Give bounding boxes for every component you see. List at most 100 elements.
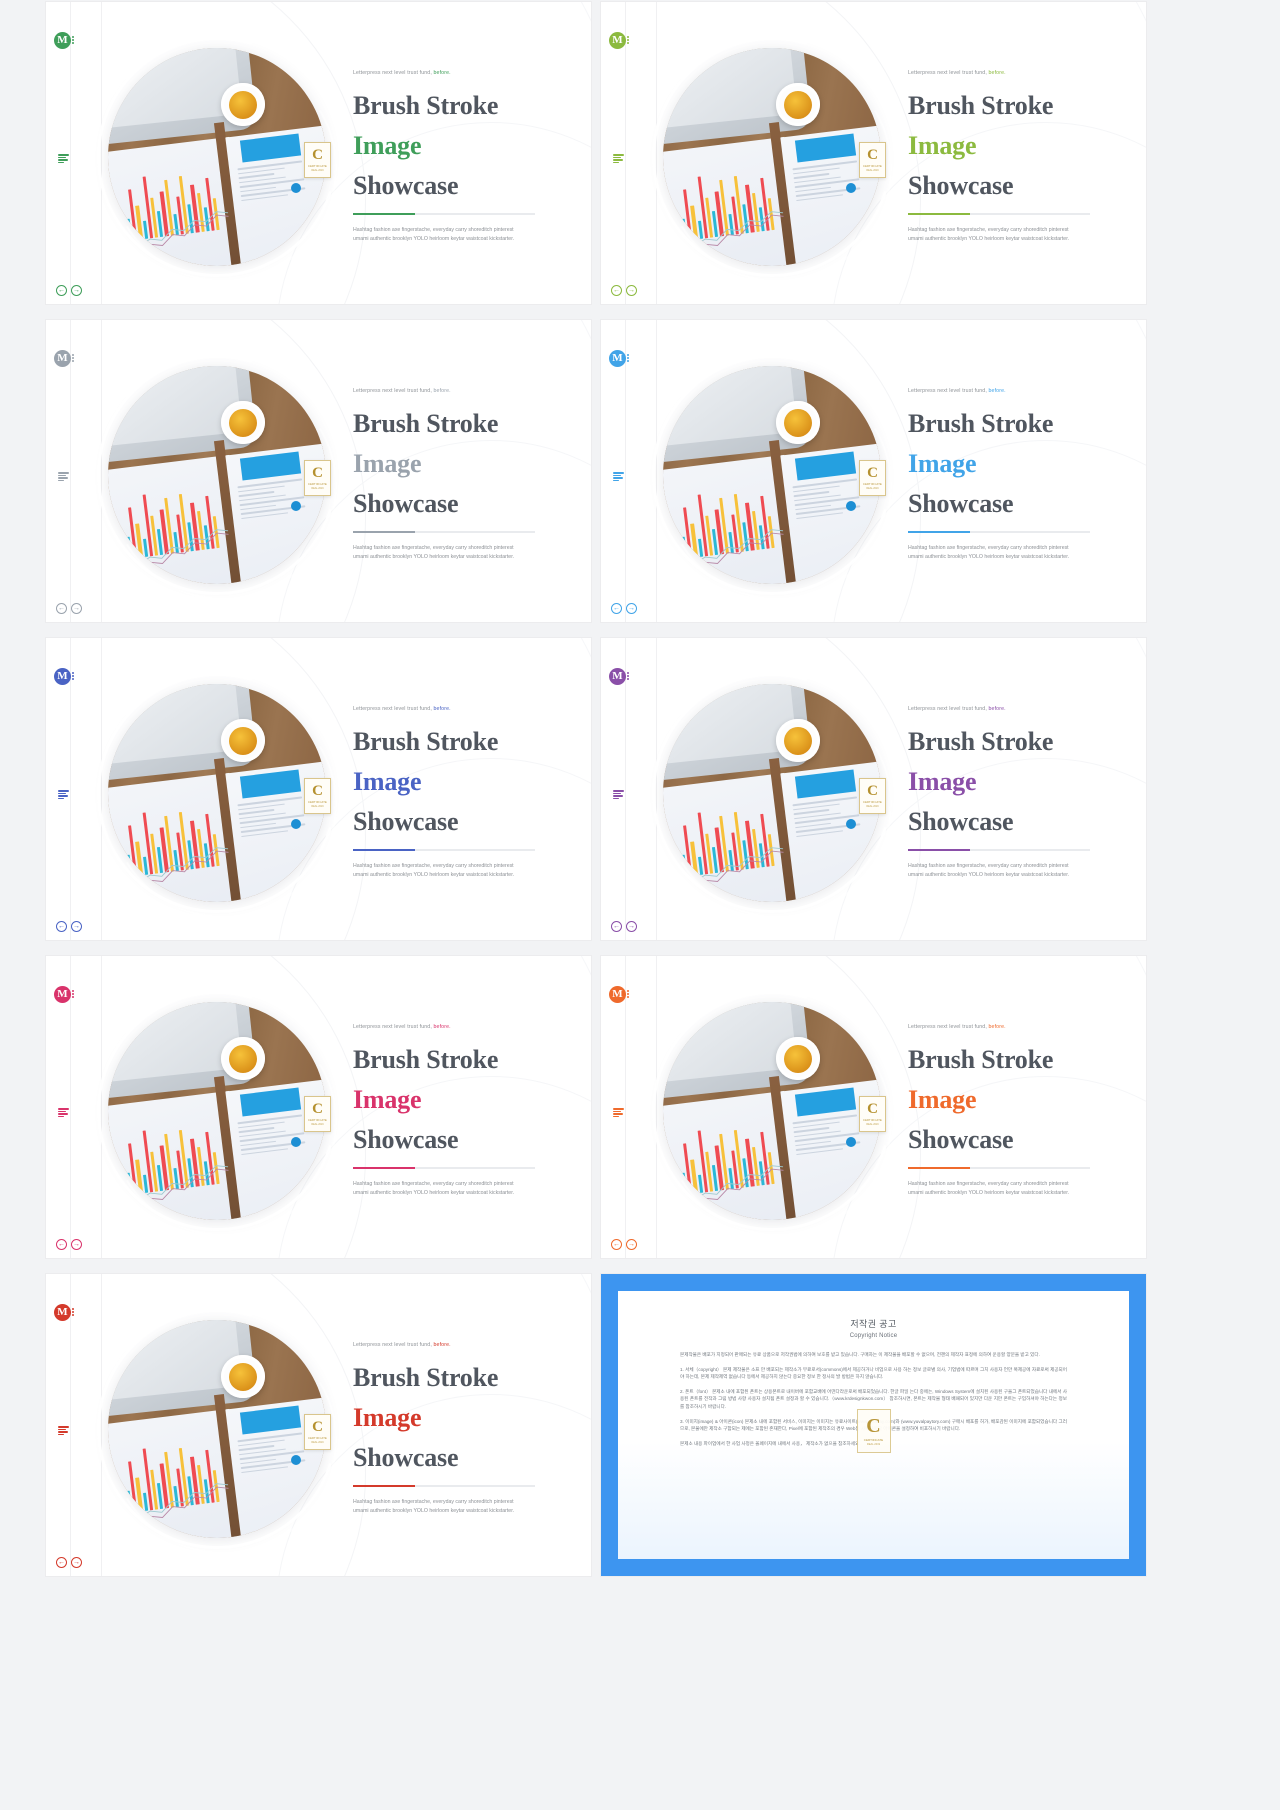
certificate-badge: C CERTIFICATE REAL 2019 — [859, 142, 886, 178]
headline-line-1: Brush Stroke — [353, 91, 499, 121]
brand-logo: M — [609, 29, 631, 51]
slide-navigation[interactable]: ← → — [56, 603, 82, 614]
accent-underline — [908, 531, 1090, 534]
slide-text-column: Letterpress next level trust fund, befor… — [353, 706, 553, 879]
showcase-photo — [54, 1274, 380, 1576]
slide-thumbnail-8[interactable]: M C CERTIFICATE REAL 2019 Letterpress ne… — [601, 956, 1146, 1258]
arrow-right-icon[interactable]: → — [71, 1557, 82, 1568]
slide-navigation[interactable]: ← → — [56, 285, 82, 296]
arrow-left-icon[interactable]: ← — [56, 921, 67, 932]
arrow-left-icon[interactable]: ← — [56, 1239, 67, 1250]
body-paragraph: Hashtag fashion axe fingerstache, everyd… — [353, 1498, 553, 1515]
slide-thumbnail-6[interactable]: M C CERTIFICATE REAL 2019 Letterpress ne… — [601, 638, 1146, 940]
side-text-glyph-icon — [58, 472, 70, 481]
photo-circle-image — [108, 366, 326, 584]
arrow-right-icon[interactable]: → — [71, 1239, 82, 1250]
arrow-left-icon[interactable]: ← — [611, 1239, 622, 1250]
slide-navigation[interactable]: ← → — [611, 603, 637, 614]
photo-coffee-cup — [221, 1354, 265, 1399]
photo-circle-image — [108, 684, 326, 902]
slide-thumbnail-1[interactable]: M C CERTIFICATE REAL 2019 Letterpress ne… — [46, 2, 591, 304]
certificate-line1: CERTIFICATE — [308, 165, 327, 168]
brand-logo-dots-icon — [72, 1308, 74, 1316]
slide-thumbnail-4[interactable]: M C CERTIFICATE REAL 2019 Letterpress ne… — [601, 320, 1146, 622]
slide-text-column: Letterpress next level trust fund, befor… — [908, 706, 1108, 879]
body-paragraph-line-2: umami authentic brooklyn YOLO heirloom k… — [353, 235, 515, 242]
photo-text-rules — [792, 159, 870, 263]
eyebrow-prefix: Letterpress next level trust fund, — [908, 1024, 987, 1030]
headline-block: Brush Stroke Image Showcase — [353, 1040, 553, 1160]
photo-coffee-cup — [776, 1036, 820, 1081]
slide-thumbnail-3[interactable]: M C CERTIFICATE REAL 2019 Letterpress ne… — [46, 320, 591, 622]
arrow-left-icon[interactable]: ← — [56, 285, 67, 296]
arrow-right-icon[interactable]: → — [626, 285, 637, 296]
photo-text-rules — [792, 795, 870, 899]
arrow-right-icon[interactable]: → — [71, 285, 82, 296]
brand-logo-letter: M — [609, 349, 626, 367]
slide-text-column: Letterpress next level trust fund, befor… — [908, 1024, 1108, 1197]
slide-navigation[interactable]: ← → — [56, 1239, 82, 1250]
certificate-badge: C CERTIFICATE REAL 2019 — [859, 1096, 886, 1132]
headline-line-3: Showcase — [353, 1125, 459, 1155]
eyebrow-text: Letterpress next level trust fund, befor… — [353, 1024, 553, 1031]
copyright-title-ko: 저작권 공고 — [850, 1319, 897, 1329]
body-paragraph-line-1: Hashtag fashion axe fingerstache, everyd… — [353, 545, 514, 552]
eyebrow-prefix: Letterpress next level trust fund, — [353, 706, 432, 712]
slide-navigation[interactable]: ← → — [56, 1557, 82, 1568]
brand-logo-letter: M — [54, 1303, 71, 1321]
certificate-badge: C CERTIFICATE REAL 2019 — [859, 778, 886, 814]
certificate-letter: C — [867, 1101, 878, 1117]
headline-line-1: Brush Stroke — [908, 409, 1054, 439]
slide-navigation[interactable]: ← → — [56, 921, 82, 932]
gutter-rail-right — [101, 1274, 102, 1576]
showcase-photo — [54, 638, 380, 940]
accent-underline — [908, 213, 1090, 216]
eyebrow-suffix: before. — [433, 1024, 451, 1030]
certificate-line1: CERTIFICATE — [308, 1437, 327, 1440]
arrow-left-icon[interactable]: ← — [56, 603, 67, 614]
arrow-left-icon[interactable]: ← — [611, 921, 622, 932]
arrow-left-icon[interactable]: ← — [56, 1557, 67, 1568]
photo-circle-image — [108, 1320, 326, 1538]
body-paragraph-line-1: Hashtag fashion axe fingerstache, everyd… — [353, 1181, 514, 1188]
arrow-right-icon[interactable]: → — [71, 921, 82, 932]
arrow-right-icon[interactable]: → — [626, 603, 637, 614]
brand-logo-dots-icon — [627, 672, 629, 680]
arrow-left-icon[interactable]: ← — [611, 285, 622, 296]
photo-coffee-cup — [221, 400, 265, 445]
copyright-inner-panel: C CERTIFICATE REAL 2019 저작권 공고 Copyright… — [618, 1291, 1129, 1559]
headline-block: Brush Stroke Image Showcase — [908, 1040, 1108, 1160]
arrow-right-icon[interactable]: → — [626, 1239, 637, 1250]
arrow-left-icon[interactable]: ← — [611, 603, 622, 614]
arrow-right-icon[interactable]: → — [71, 603, 82, 614]
headline-line-2-accent: Image — [908, 1085, 977, 1115]
body-paragraph-line-2: umami authentic brooklyn YOLO heirloom k… — [908, 871, 1070, 878]
slide-navigation[interactable]: ← → — [611, 921, 637, 932]
photo-text-rules — [237, 1113, 315, 1217]
arrow-right-icon[interactable]: → — [626, 921, 637, 932]
photo-circle-image — [663, 48, 881, 266]
copyright-slide[interactable]: C CERTIFICATE REAL 2019 저작권 공고 Copyright… — [601, 1274, 1146, 1576]
headline-line-2-accent: Image — [908, 767, 977, 797]
eyebrow-text: Letterpress next level trust fund, befor… — [353, 70, 553, 77]
showcase-photo — [609, 956, 935, 1258]
headline-line-2-accent: Image — [353, 767, 422, 797]
slide-navigation[interactable]: ← → — [611, 1239, 637, 1250]
brand-logo-dots-icon — [72, 36, 74, 44]
slide-thumbnail-2[interactable]: M C CERTIFICATE REAL 2019 Letterpress ne… — [601, 2, 1146, 304]
eyebrow-text: Letterpress next level trust fund, befor… — [908, 70, 1108, 77]
body-paragraph: Hashtag fashion axe fingerstache, everyd… — [353, 544, 553, 561]
headline-line-1: Brush Stroke — [353, 409, 499, 439]
slide-thumbnail-7[interactable]: M C CERTIFICATE REAL 2019 Letterpress ne… — [46, 956, 591, 1258]
accent-underline — [908, 849, 1090, 852]
eyebrow-suffix: before. — [433, 70, 451, 76]
slide-thumbnail-9[interactable]: M C CERTIFICATE REAL 2019 Letterpress ne… — [46, 1274, 591, 1576]
photo-circle-image — [663, 1002, 881, 1220]
slide-thumbnail-5[interactable]: M C CERTIFICATE REAL 2019 Letterpress ne… — [46, 638, 591, 940]
slide-navigation[interactable]: ← → — [611, 285, 637, 296]
headline-line-2-accent: Image — [353, 131, 422, 161]
headline-block: Brush Stroke Image Showcase — [908, 86, 1108, 206]
certificate-line2: REAL 2019 — [311, 1123, 324, 1126]
showcase-photo — [54, 956, 380, 1258]
body-paragraph-line-2: umami authentic brooklyn YOLO heirloom k… — [908, 1189, 1070, 1196]
